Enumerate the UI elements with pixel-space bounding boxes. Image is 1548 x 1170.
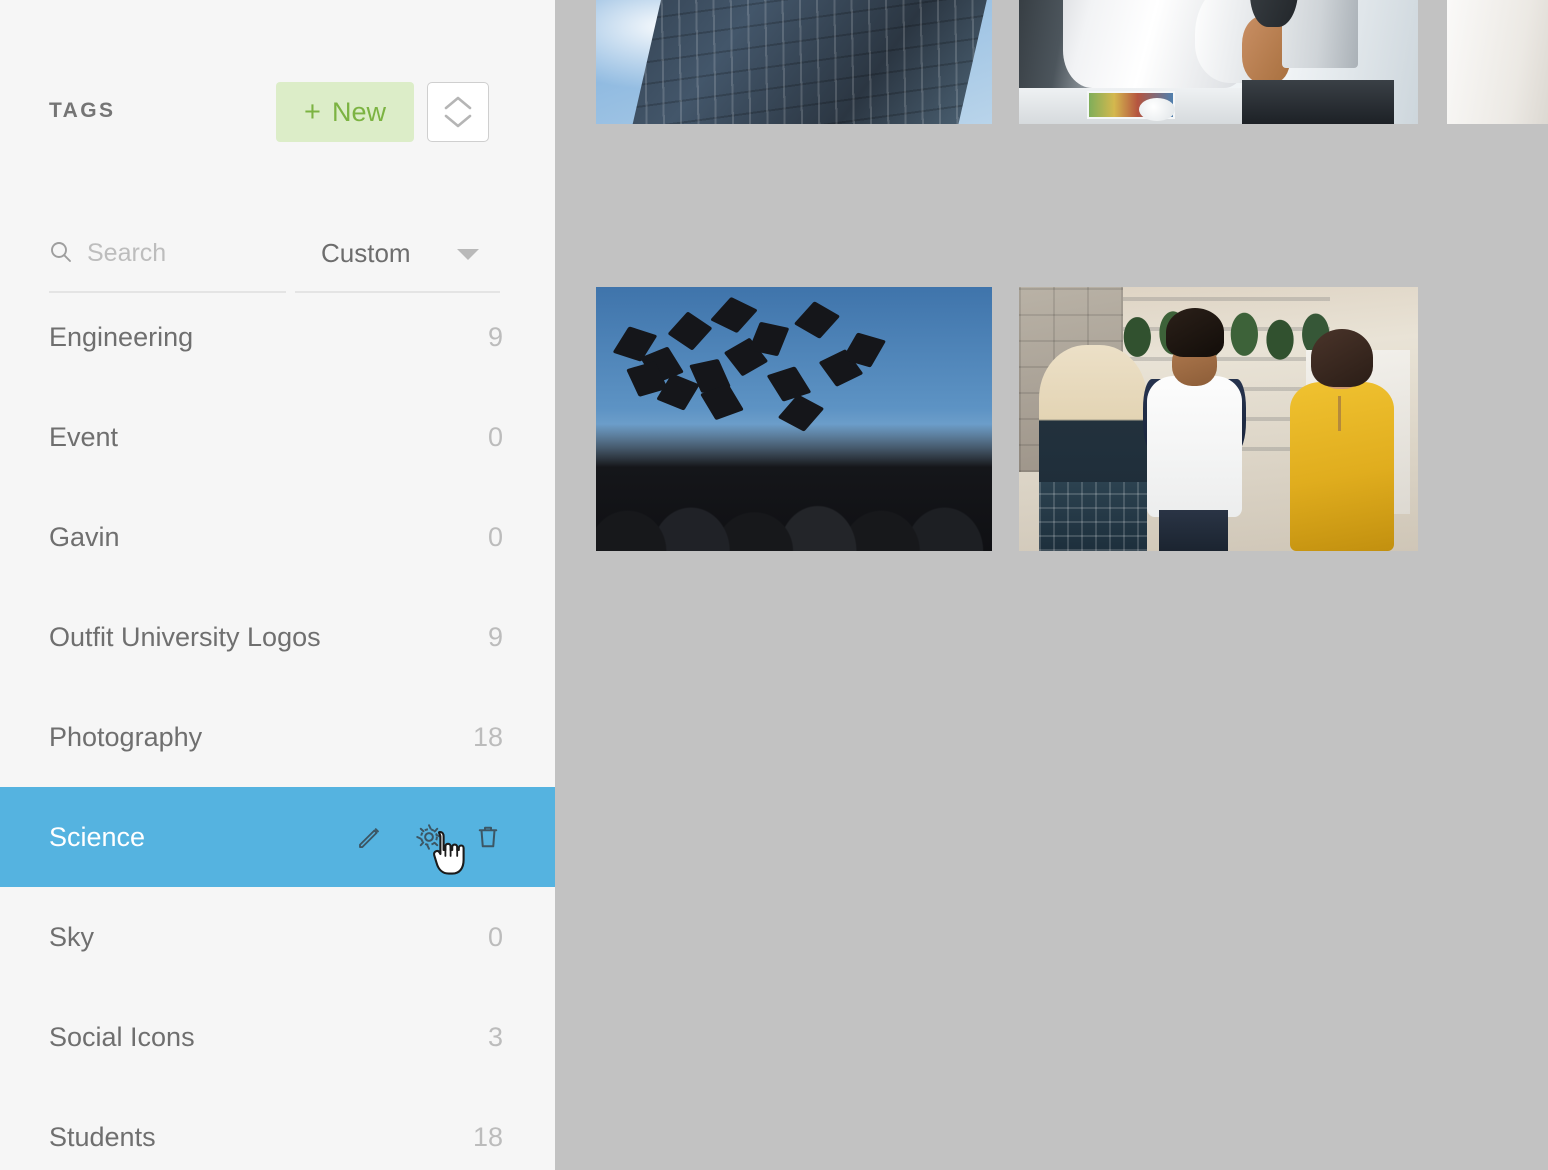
- tag-name: Engineering: [49, 321, 194, 352]
- tag-name: Outfit University Logos: [49, 621, 321, 652]
- tag-count: 0: [487, 521, 503, 552]
- students-talking-image: [1019, 287, 1418, 551]
- tags-manager-screen: TAGS + New Search Custom Engineering 9 E…: [0, 0, 1548, 1170]
- graduation-caps-image: [596, 287, 992, 551]
- tag-row-actions: [355, 822, 503, 852]
- thumbnail-lab-microscope[interactable]: [1019, 0, 1418, 124]
- thumbnail-lab-students-cropped[interactable]: [1447, 0, 1548, 124]
- tag-name: Photography: [49, 721, 203, 752]
- tag-list: Engineering 9 Event 0 Gavin 0 Outfit Uni…: [0, 287, 555, 1170]
- delete-tag-icon[interactable]: [473, 822, 503, 852]
- edit-tag-icon[interactable]: [355, 822, 385, 852]
- tag-name: Science: [49, 821, 146, 852]
- tag-list-item-outfit-university-logos[interactable]: Outfit University Logos 9: [0, 587, 555, 687]
- thumbnail-glass-building[interactable]: [596, 0, 992, 124]
- glass-building-image: [596, 0, 992, 124]
- sort-order-stepper[interactable]: [427, 82, 489, 142]
- search-input[interactable]: [87, 238, 267, 268]
- tags-sidebar: TAGS + New Search Custom Engineering 9 E…: [0, 0, 555, 1170]
- thumbnail-graduation-caps[interactable]: [596, 287, 992, 551]
- tag-list-item-students[interactable]: Students 18: [0, 1087, 555, 1170]
- search-field[interactable]: [49, 215, 286, 293]
- tag-list-item-photography[interactable]: Photography 18: [0, 687, 555, 787]
- tag-list-item-gavin[interactable]: Gavin 0: [0, 487, 555, 587]
- tag-list-item-social-icons[interactable]: Social Icons 3: [0, 987, 555, 1087]
- sort-dropdown[interactable]: Custom: [295, 215, 500, 293]
- tag-list-item-science[interactable]: Science: [0, 787, 555, 887]
- thumbnail-students-talking[interactable]: [1019, 287, 1418, 551]
- tag-list-item-engineering[interactable]: Engineering 9: [0, 287, 555, 387]
- tags-header: TAGS + New: [0, 0, 555, 190]
- page-title: TAGS: [49, 99, 116, 122]
- chevron-down-icon[interactable]: [444, 114, 472, 129]
- plus-icon: +: [304, 95, 321, 128]
- lab-students-image: [1447, 0, 1548, 124]
- asset-grid: [555, 0, 1548, 1170]
- sort-dropdown-value: Custom: [321, 237, 411, 268]
- tag-name: Gavin: [49, 521, 120, 552]
- tag-name: Students: [49, 1121, 156, 1152]
- tag-list-item-event[interactable]: Event 0: [0, 387, 555, 487]
- tag-count: 3: [487, 1021, 503, 1052]
- search-icon: [49, 240, 73, 269]
- tag-count: 0: [487, 421, 503, 452]
- lab-microscope-image: [1019, 0, 1418, 124]
- settings-tag-icon[interactable]: [414, 822, 444, 852]
- tag-name: Social Icons: [49, 1021, 195, 1052]
- tag-count: 0: [487, 921, 503, 952]
- chevron-up-icon[interactable]: [444, 95, 472, 110]
- chevron-down-icon[interactable]: [456, 249, 479, 260]
- tag-count: 9: [487, 621, 503, 652]
- tag-count: 9: [487, 321, 503, 352]
- new-tag-button-label: New: [331, 96, 386, 127]
- tag-name: Sky: [49, 921, 95, 952]
- tag-name: Event: [49, 421, 119, 452]
- tag-list-item-sky[interactable]: Sky 0: [0, 887, 555, 987]
- tag-count: 18: [472, 1121, 503, 1152]
- new-tag-button[interactable]: + New: [276, 82, 414, 142]
- tag-count: 18: [472, 721, 503, 752]
